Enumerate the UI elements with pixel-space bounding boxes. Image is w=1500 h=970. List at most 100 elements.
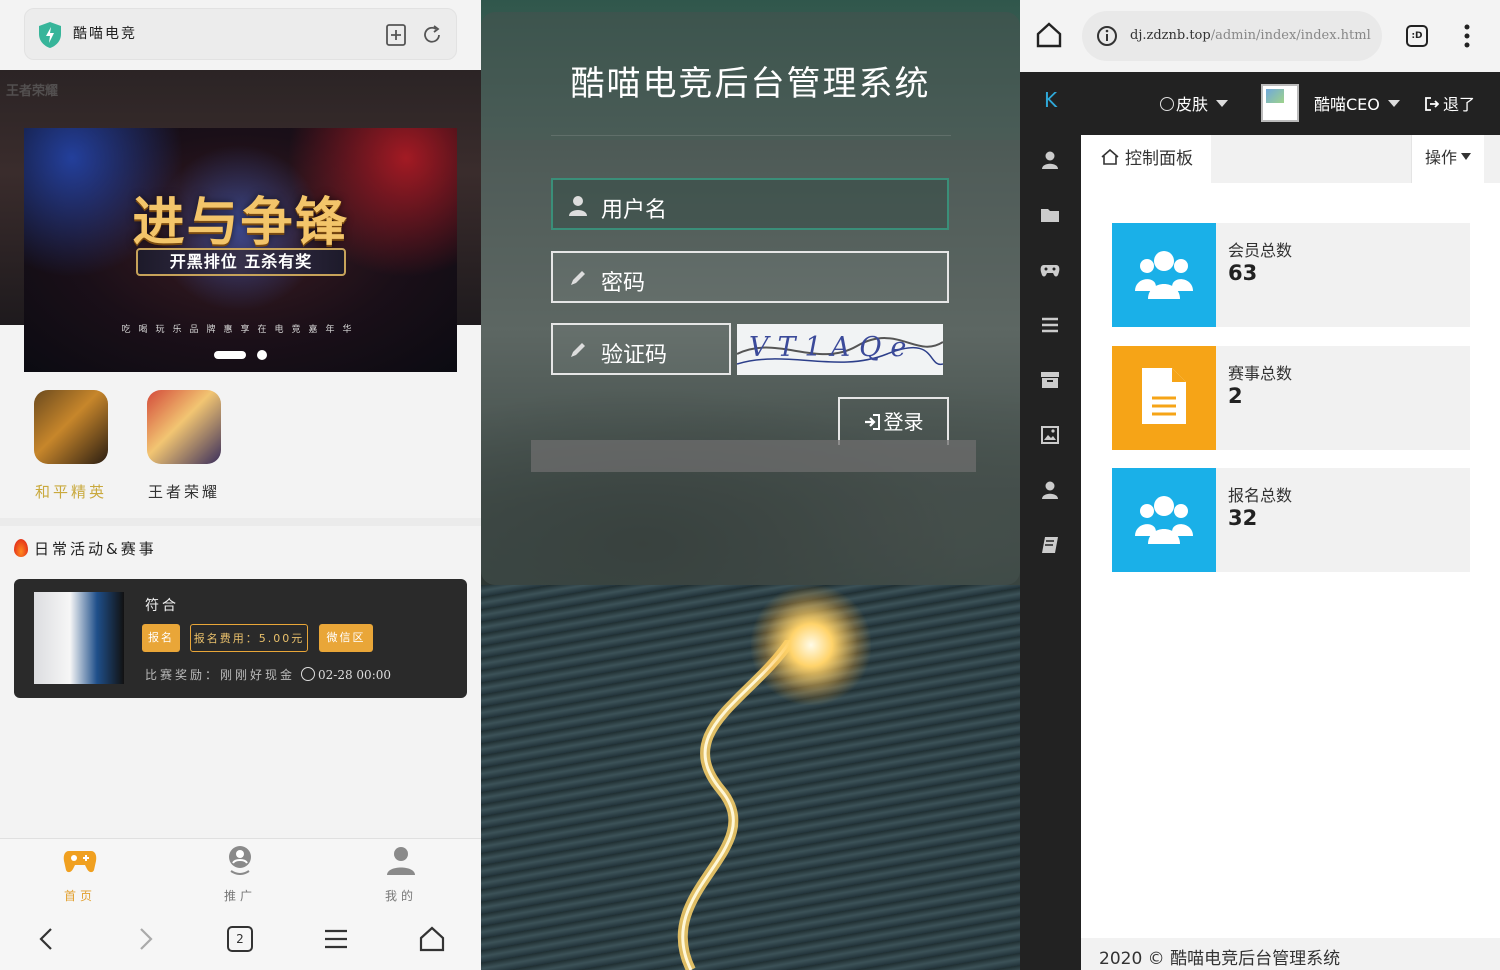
flame-icon	[14, 539, 28, 557]
banner-subline: 吃喝玩乐品牌惠享在电竞嘉年华	[121, 325, 360, 335]
url-path: /admin/index/index.html	[1210, 28, 1371, 43]
section-divider	[0, 518, 481, 526]
promo-banner[interactable]: 进与争锋 开黑排位 五杀有奖 吃喝玩乐品牌惠享在电竞嘉年华	[24, 128, 457, 372]
user-icon[interactable]	[1040, 150, 1060, 170]
stat-label: 赛事总数	[1228, 364, 1293, 383]
caret-down-icon	[1216, 100, 1229, 107]
event-fee-tag: 报名费用：5.00元	[190, 624, 308, 652]
stat-card-events[interactable]: 赛事总数 2	[1112, 346, 1470, 450]
circle-icon	[1160, 97, 1174, 111]
event-time: 02-28 00:00	[318, 668, 392, 682]
tab-label: 我的	[384, 889, 417, 903]
tab-switcher-icon[interactable]: :D	[1406, 25, 1428, 47]
login-label: 登录	[883, 410, 924, 434]
skin-label: 皮肤	[1176, 95, 1209, 114]
admin-header: K 皮肤 酷喵CEO 退了	[1020, 72, 1500, 135]
clock-icon	[301, 667, 316, 681]
stat-value: 32	[1228, 506, 1258, 530]
reload-icon[interactable]	[421, 23, 443, 47]
add-bookmark-icon[interactable]	[385, 23, 407, 47]
game-peacekeeper[interactable]: 和平精英	[31, 390, 111, 502]
back-icon[interactable]	[34, 926, 60, 952]
shield-icon	[39, 22, 61, 48]
caret-down-icon	[1461, 153, 1471, 160]
archive-icon[interactable]	[1040, 370, 1060, 390]
url-domain: dj.zdznb.top	[1130, 28, 1211, 43]
user-icon	[387, 847, 415, 875]
username-placeholder: 用户名	[601, 198, 668, 223]
tab-dashboard[interactable]: 控制面板	[1081, 135, 1211, 183]
carousel-dot[interactable]	[257, 350, 267, 360]
password-field[interactable]: 密码	[551, 251, 949, 303]
site-name: 酷喵电竞	[73, 26, 137, 42]
section-title: 日常活动&赛事	[34, 540, 157, 558]
stat-card-signups[interactable]: 报名总数 32	[1112, 468, 1470, 572]
admin-sidebar	[1020, 135, 1081, 970]
stat-card-members[interactable]: 会员总数 63	[1112, 223, 1470, 327]
more-icon[interactable]	[1464, 24, 1470, 48]
home-icon	[1101, 149, 1119, 165]
caret-down-icon	[1387, 100, 1400, 107]
user-icon	[569, 196, 587, 216]
admin-content: 控制面板 操作 会员总数 63 赛事总数 2 报名总数 32	[1081, 135, 1500, 970]
gamepad-icon[interactable]	[1040, 260, 1060, 280]
users-icon	[1135, 251, 1193, 299]
home-icon[interactable]	[1036, 22, 1062, 48]
tab-mine[interactable]: 我的	[371, 845, 431, 904]
gamepad-icon	[63, 851, 97, 873]
browser-nav-bar: 2	[0, 908, 481, 970]
image-icon[interactable]	[1040, 425, 1060, 445]
admin-logo[interactable]: K	[1044, 88, 1057, 112]
login-button[interactable]: 登录	[838, 397, 949, 445]
promote-icon	[229, 846, 251, 875]
login-panel: 酷喵电竞后台管理系统 用户名 密码 验证码 VT1AQe 登录	[481, 0, 1020, 970]
tabs-count-icon[interactable]: 2	[227, 926, 253, 952]
username-field[interactable]: 用户名	[551, 178, 949, 230]
event-card[interactable]: 符合 报名 报名费用：5.00元 微信区 比赛奖励：刚刚好现金 02-28 00:…	[14, 579, 467, 698]
mobile-address-bar[interactable]: 酷喵电竞	[24, 8, 457, 60]
tab-home[interactable]: 首页	[50, 845, 110, 904]
list-icon[interactable]	[1040, 315, 1060, 335]
stat-icon-box	[1112, 223, 1216, 327]
tab-strip: 控制面板 操作	[1081, 135, 1500, 183]
skin-menu[interactable]: 皮肤	[1160, 91, 1229, 115]
mobile-app-panel: 酷喵电竞 王者荣耀 进与争锋 开黑排位 五杀有奖 吃喝玩乐品牌惠享在电竞嘉年华	[0, 0, 481, 970]
tab-label: 控制面板	[1125, 149, 1193, 169]
stat-icon-box	[1112, 346, 1216, 450]
event-tag: 报名	[142, 624, 180, 652]
title-divider	[551, 135, 951, 136]
admin-footer: 2020 © 酷喵电竞后台管理系统	[1081, 938, 1500, 970]
forward-icon[interactable]	[132, 926, 158, 952]
sign-out-icon	[1425, 97, 1439, 111]
banner-watermark: 王者荣耀	[6, 84, 59, 99]
game-honor-of-kings[interactable]: 王者荣耀	[144, 390, 224, 502]
users-icon	[1135, 496, 1193, 544]
logout-label: 退了	[1443, 95, 1476, 114]
captcha-text: VT1AQe	[749, 332, 916, 363]
pencil-icon	[571, 343, 585, 357]
logout-button[interactable]: 退了	[1425, 91, 1475, 115]
stat-label: 会员总数	[1228, 241, 1293, 260]
menu-icon[interactable]	[323, 926, 349, 952]
book-icon[interactable]	[1040, 535, 1060, 555]
tab-promote[interactable]: 推广	[210, 845, 270, 904]
game-icon	[34, 390, 108, 464]
event-reward: 比赛奖励：刚刚好现金 02-28 00:00	[145, 666, 391, 683]
folder-icon[interactable]	[1040, 205, 1060, 225]
stat-value: 63	[1228, 261, 1258, 285]
mobile-browser-bar: 酷喵电竞	[0, 0, 481, 70]
captcha-field[interactable]: 验证码	[551, 323, 731, 375]
info-icon[interactable]	[1096, 25, 1118, 47]
tab-label: 首页	[63, 889, 96, 903]
login-title: 酷喵电竞后台管理系统	[570, 64, 931, 104]
event-thumbnail	[34, 592, 124, 684]
operate-dropdown[interactable]: 操作	[1411, 135, 1484, 183]
user-menu[interactable]: 酷喵CEO	[1314, 91, 1400, 115]
home-icon[interactable]	[419, 926, 445, 952]
captcha-image[interactable]: VT1AQe	[737, 324, 943, 375]
carousel-dot-active[interactable]	[214, 351, 246, 359]
avatar[interactable]	[1261, 84, 1299, 122]
user-icon[interactable]	[1040, 480, 1060, 500]
admin-address-bar[interactable]: dj.zdznb.top/admin/index/index.html	[1082, 11, 1382, 61]
game-icon	[147, 390, 221, 464]
